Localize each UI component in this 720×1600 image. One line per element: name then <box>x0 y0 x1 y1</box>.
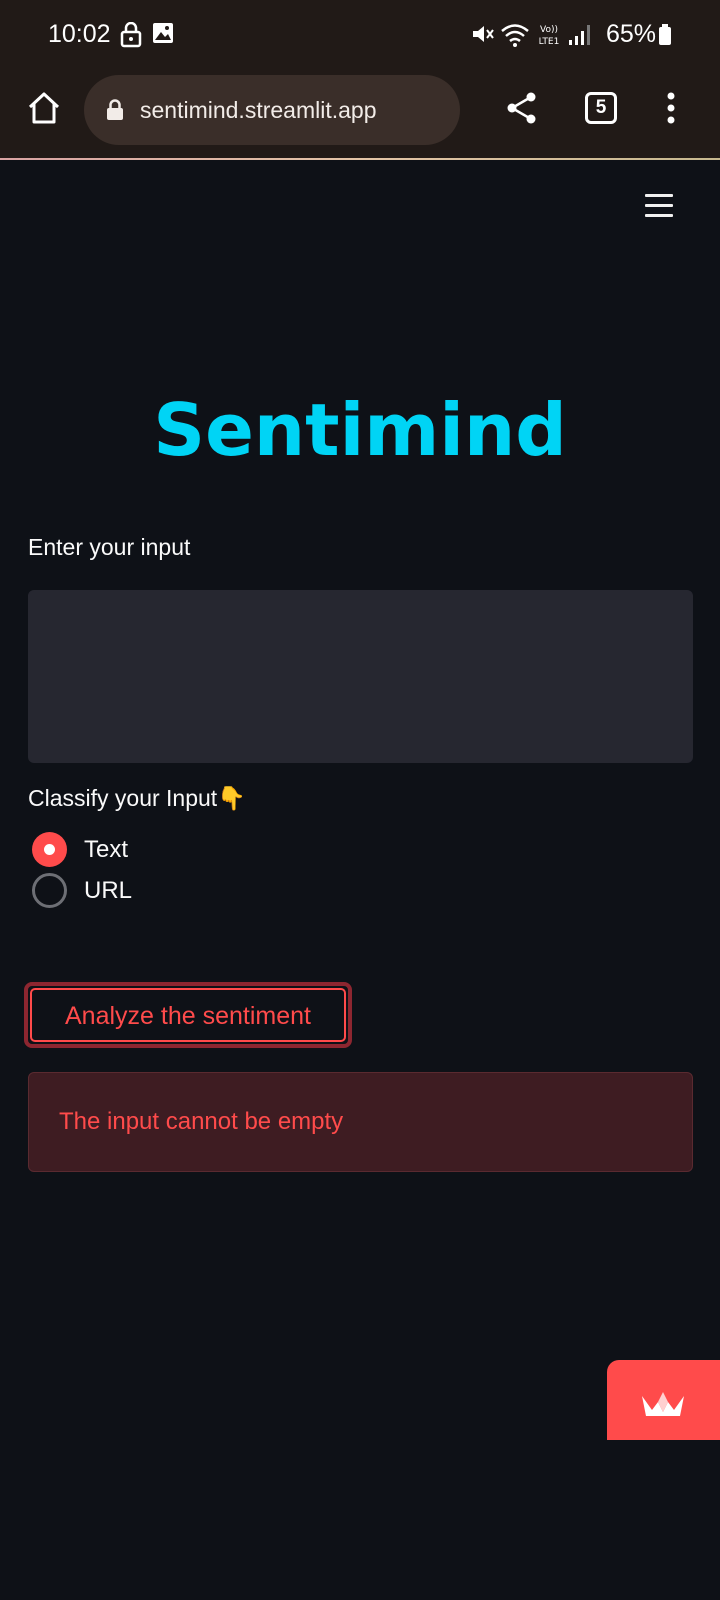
input-label: Enter your input <box>28 534 191 560</box>
mute-icon <box>473 26 494 42</box>
error-message: The input cannot be empty <box>59 1108 344 1135</box>
radio-label-url: URL <box>84 877 133 904</box>
status-time: 10:02 <box>48 20 111 48</box>
svg-text:Vo)): Vo)) <box>540 25 558 35</box>
text-input-area[interactable] <box>28 590 693 763</box>
more-menu-icon[interactable] <box>661 90 681 126</box>
wifi-icon <box>501 24 529 47</box>
radio-label-text: Text <box>84 836 129 863</box>
page-title: Sentimind <box>153 388 567 472</box>
volte-lte-icon: Vo)) LTE1 <box>539 25 560 47</box>
tab-switcher-button[interactable]: 5 <box>585 92 617 124</box>
signal-icon <box>569 25 590 45</box>
status-bar: 10:02 Vo)) LTE1 65% <box>0 0 720 70</box>
classify-label: Classify your Input👇 <box>28 785 246 811</box>
lock-icon <box>120 22 142 48</box>
hamburger-menu-icon[interactable] <box>645 194 673 218</box>
battery-icon <box>659 24 671 45</box>
svg-text:LTE1: LTE1 <box>539 37 560 47</box>
browser-toolbar: sentimind.streamlit.app 5 <box>0 70 720 160</box>
address-bar[interactable]: sentimind.streamlit.app <box>84 75 460 145</box>
image-icon <box>153 23 173 43</box>
url-text: sentimind.streamlit.app <box>140 97 377 123</box>
battery-level: 65% <box>606 20 657 48</box>
home-icon[interactable] <box>26 90 62 126</box>
streamlit-badge-button[interactable] <box>607 1360 720 1440</box>
radio-button-selected[interactable] <box>32 832 67 867</box>
share-icon[interactable] <box>505 91 539 125</box>
analyze-button-label: Analyze the sentiment <box>30 988 346 1042</box>
secure-lock-icon <box>107 99 123 120</box>
analyze-button[interactable]: Analyze the sentiment <box>24 982 352 1048</box>
radio-button-unselected[interactable] <box>32 873 67 908</box>
error-alert: The input cannot be empty <box>28 1072 693 1172</box>
streamlit-crown-icon <box>642 1392 684 1416</box>
